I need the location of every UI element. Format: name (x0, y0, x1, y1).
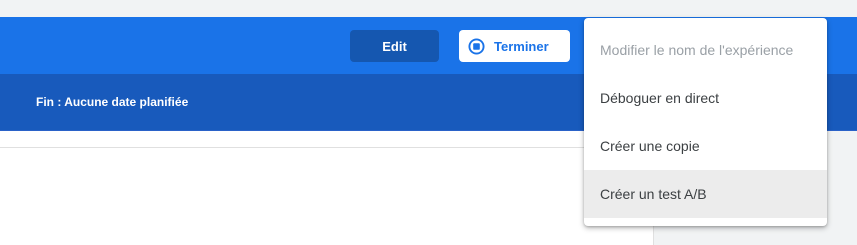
menu-item-label: Créer un test A/B (600, 186, 707, 202)
panel-divider (0, 147, 653, 148)
menu-item-rename-experiment: Modifier le nom de l'expérience (584, 26, 827, 74)
menu-item-label: Modifier le nom de l'expérience (600, 42, 794, 58)
end-experiment-label: Terminer (494, 38, 549, 54)
menu-item-create-copy[interactable]: Créer une copie (584, 122, 827, 170)
end-experiment-button[interactable]: Terminer (459, 30, 570, 62)
menu-item-label: Créer une copie (600, 138, 700, 154)
menu-item-create-ab-test[interactable]: Créer un test A/B (584, 170, 827, 218)
content-panel (0, 131, 654, 245)
menu-item-label: Déboguer en direct (600, 90, 720, 106)
end-date-text: Fin : Aucune date planifiée (36, 95, 189, 109)
menu-item-live-debug[interactable]: Déboguer en direct (584, 74, 827, 122)
overflow-menu: Modifier le nom de l'expérience Déboguer… (584, 18, 827, 226)
edit-button[interactable]: Edit (350, 30, 439, 62)
stop-circle-icon (468, 37, 485, 55)
